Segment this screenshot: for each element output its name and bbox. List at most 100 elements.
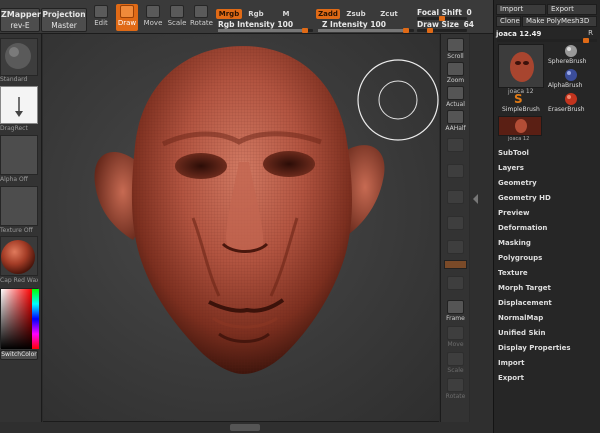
dragrect-stroke-icon [15, 97, 23, 117]
rotate-button[interactable]: Rotate [190, 4, 213, 31]
zoom-button[interactable]: Zoom [444, 62, 467, 87]
frame-button[interactable]: Frame [444, 300, 467, 325]
export-button[interactable]: Export [547, 4, 597, 15]
menu-deformation[interactable]: Deformation [498, 224, 547, 232]
zsub-toggle[interactable]: Zsub [345, 9, 367, 19]
z-intensity-track[interactable] [318, 28, 414, 33]
strip-button-6[interactable] [444, 164, 467, 189]
strip-button-8[interactable] [444, 216, 467, 241]
menu-normalmap[interactable]: NormalMap [498, 314, 543, 322]
strip-button-5[interactable] [444, 138, 467, 163]
tool-name-slider-knob[interactable] [583, 38, 589, 43]
strip-rotate-button[interactable]: Rotate [444, 378, 467, 403]
simple-brush-item[interactable]: S SimpleBrush [498, 92, 546, 114]
color-picker-icon [1, 289, 39, 349]
scroll-label: Scroll [447, 53, 464, 60]
current-tool-thumbnail[interactable] [498, 44, 544, 88]
projection-label: Projection [42, 10, 86, 19]
z-intensity-knob[interactable] [403, 28, 410, 33]
collapse-arrow-icon[interactable] [473, 194, 478, 204]
tool-name-field[interactable]: joaca 12.49 R [496, 29, 597, 38]
zmapper-button[interactable]: ZMapper rev-E [0, 8, 41, 32]
menu-masking[interactable]: Masking [498, 239, 531, 247]
draw-size-slider[interactable]: Draw Size 64 [417, 20, 474, 29]
small-tool-thumbnail[interactable] [498, 116, 542, 136]
material-button[interactable] [0, 236, 38, 276]
strip-rotate-label: Rotate [445, 393, 466, 400]
rgb-intensity-knob[interactable] [302, 28, 309, 33]
orange-toggle[interactable] [444, 260, 467, 269]
zcut-toggle[interactable]: Zcut [378, 9, 400, 19]
tray-divider[interactable] [470, 34, 493, 433]
strip-button-7[interactable] [444, 190, 467, 215]
tool-name-slider[interactable] [497, 38, 597, 43]
bottom-tray-handle[interactable] [230, 424, 260, 431]
menu-geometry-hd[interactable]: Geometry HD [498, 194, 551, 202]
strip-move-button[interactable]: Move [444, 326, 467, 351]
make-polymesh-button[interactable]: Make PolyMesh3D [522, 16, 597, 27]
draw-size-knob[interactable] [427, 28, 433, 33]
aahalf-label: AAHalf [445, 125, 466, 132]
standard-brush-button[interactable] [0, 38, 38, 76]
z-intensity-label: Z Intensity [322, 20, 368, 29]
rgb-intensity-track[interactable] [218, 28, 313, 33]
edit-button[interactable]: Edit [90, 4, 112, 31]
move-button[interactable]: Move [142, 4, 164, 31]
menu-geometry[interactable]: Geometry [498, 179, 537, 187]
document-canvas[interactable] [43, 34, 439, 422]
zadd-toggle[interactable]: Zadd [316, 9, 340, 19]
rgb-intensity-slider[interactable]: Rgb Intensity 100 [218, 20, 293, 29]
scale-button[interactable]: Scale [166, 4, 188, 31]
switch-color-button[interactable]: SwitchColor [0, 350, 38, 360]
alpha-off-label: Alpha Off [0, 176, 28, 183]
dragrect-stroke-button[interactable] [0, 86, 38, 124]
projection-master-button[interactable]: Projection Master [41, 8, 87, 32]
eraser-brush-item[interactable]: EraserBrush [548, 92, 598, 114]
standard-brush-icon [5, 43, 31, 69]
draw-size-track[interactable] [417, 28, 467, 33]
alpha-button[interactable] [0, 135, 38, 175]
menu-texture[interactable]: Texture [498, 269, 528, 277]
menu-layers[interactable]: Layers [498, 164, 524, 172]
m-toggle[interactable]: M [280, 9, 292, 19]
import-button[interactable]: Import [496, 4, 546, 15]
menu-preview[interactable]: Preview [498, 209, 530, 217]
xyz-icon [447, 216, 464, 230]
scroll-button[interactable]: Scroll [444, 38, 467, 63]
menu-unified-skin[interactable]: Unified Skin [498, 329, 546, 337]
menu-morph-target[interactable]: Morph Target [498, 284, 551, 292]
aahalf-button[interactable]: AAHalf [444, 110, 467, 135]
scale-view-icon [447, 352, 464, 366]
menu-export[interactable]: Export [498, 374, 524, 382]
material-label: Cap Red Wax [0, 277, 38, 284]
bottom-bar [0, 422, 493, 433]
sphere-brush-item[interactable]: SphereBrush [548, 44, 598, 66]
local-icon [447, 190, 464, 204]
zoom-label: Zoom [446, 77, 465, 84]
tool-palette: Import Export Clone Make PolyMesh3D joac… [493, 0, 600, 433]
color-picker[interactable] [0, 288, 39, 349]
mrgb-toggle[interactable]: Mrgb [216, 9, 242, 19]
menu-display-properties[interactable]: Display Properties [498, 344, 571, 352]
texture-button[interactable] [0, 186, 38, 226]
alpha-brush-item[interactable]: AlphaBrush [548, 68, 598, 90]
simple-brush-label: SimpleBrush [502, 106, 540, 113]
actual-button[interactable]: Actual [444, 86, 467, 111]
z-intensity-slider[interactable]: Z Intensity 100 [322, 20, 386, 29]
tool-suffix-label: R [588, 29, 593, 37]
z-intensity-value: 100 [370, 20, 386, 29]
clone-button[interactable]: Clone [496, 16, 521, 27]
rgb-intensity-value: 100 [277, 20, 294, 29]
draw-button[interactable]: Draw [116, 4, 138, 31]
menu-displacement[interactable]: Displacement [498, 299, 552, 307]
menu-import[interactable]: Import [498, 359, 525, 367]
top-toolbar: ZMapper rev-E Projection Master Edit Dra… [0, 0, 493, 34]
tray-menu: SubTool Layers Geometry Geometry HD Prev… [494, 144, 600, 394]
draw-size-label: Draw Size [417, 20, 459, 29]
edit-icon [94, 5, 108, 18]
menu-subtool[interactable]: SubTool [498, 149, 529, 157]
strip-scale-button[interactable]: Scale [444, 352, 467, 377]
strip-button-10[interactable] [444, 276, 467, 301]
rgb-toggle[interactable]: Rgb [246, 9, 266, 19]
menu-polygroups[interactable]: Polygroups [498, 254, 542, 262]
